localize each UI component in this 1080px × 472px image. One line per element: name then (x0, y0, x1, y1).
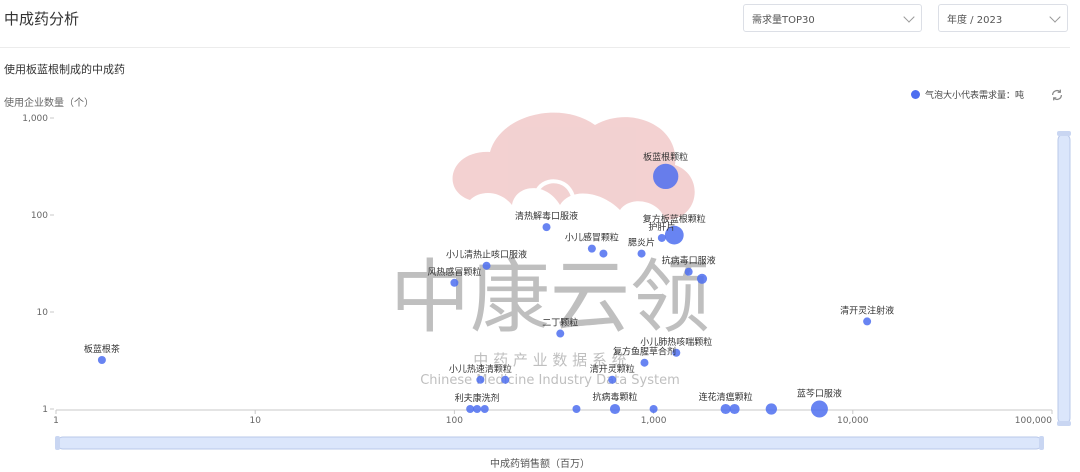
x-tick-label: 10,000 (837, 416, 869, 426)
bubble-label: 小儿清热止咳口服液 (446, 249, 527, 261)
x-tick-label: 100,000 (1015, 416, 1052, 426)
bubble-point (473, 405, 482, 413)
bubble-point (608, 375, 617, 384)
bubble-label: 清开灵注射液 (840, 304, 894, 316)
bubble-label: 蓝芩口服液 (797, 388, 842, 400)
bubble-point (696, 273, 708, 284)
bubble-point (572, 405, 581, 413)
bubble-label: 板蓝根颗粒 (643, 151, 688, 163)
y-tick-label: 100 (31, 211, 48, 221)
bubble-label: 风热感冒颗粒 (427, 266, 481, 278)
bubble-point (765, 403, 777, 415)
bubble-point (587, 244, 596, 253)
chart-axes: 1 10 100 1,000 10,000 100,000 1 10 100 1,000 (22, 114, 1053, 426)
bubble-point (720, 403, 731, 415)
x-slider-track[interactable] (56, 436, 1043, 450)
bubble-point (501, 375, 510, 384)
bubble-label: 二丁颗粒 (542, 317, 578, 329)
bubble-point (476, 375, 485, 384)
x-tick-label: 1,000 (641, 416, 667, 426)
bubble-point (729, 403, 740, 415)
bubble-point (542, 223, 551, 232)
bubble-label: 小儿热速清颗粒 (449, 363, 512, 375)
bubble-label: 护肝片 (648, 221, 675, 233)
bubble-label: 清开灵颗粒 (590, 363, 635, 375)
y-tick-label: 1,000 (22, 114, 48, 124)
y-slider-handle-top[interactable] (1057, 131, 1071, 136)
x-slider-handle-right[interactable] (1039, 436, 1044, 450)
bubble-point (653, 163, 679, 190)
bubble-point (97, 356, 106, 365)
bubble-point (599, 249, 608, 258)
bubble-point (609, 403, 621, 415)
bubble-label: 小儿感冒颗粒 (565, 232, 619, 244)
bubble-label: 抗病毒颗粒 (592, 391, 637, 403)
bubble-point (863, 317, 872, 326)
bubble-point (637, 249, 646, 258)
x-tick-label: 10 (249, 416, 261, 426)
bubble-label: 清热解毒口服液 (515, 210, 578, 222)
x-zoom-slider[interactable] (55, 436, 1044, 450)
chart-labels: 板蓝根颗粒复方板蓝根颗粒蓝芩口服液抗病毒颗粒 连花清瘟颗粒护肝片清热解毒口服液小儿… (84, 151, 894, 404)
bubble-point (810, 400, 828, 418)
bubble-point (556, 329, 565, 338)
bubble-chart: 1 10 100 1,000 10,000 100,000 1 10 100 1,000 板蓝根颗… (22, 114, 1071, 450)
bubble-point (657, 233, 666, 242)
x-slider-handle-left[interactable] (55, 436, 60, 450)
bubble-point (480, 405, 489, 413)
bubble-label: 复方鱼腥草合剂 (613, 346, 676, 358)
x-tick-label: 100 (446, 416, 463, 426)
bubble-label: 小儿肺热咳喘颗粒 (640, 336, 712, 348)
bubble-point (482, 261, 491, 270)
y-slider-track[interactable] (1057, 133, 1071, 425)
y-zoom-slider[interactable] (1057, 131, 1071, 426)
bubble-label: 连花清瘟颗粒 (699, 391, 753, 403)
bubble-label: 抗病毒口服液 (662, 255, 716, 267)
bubble-point (640, 358, 649, 367)
x-axis-label: 中成药销售额（百万） (490, 459, 590, 470)
x-tick-label: 1 (53, 416, 59, 426)
y-tick-label: 1 (42, 405, 48, 415)
bubble-point (466, 405, 475, 413)
y-slider-handle-bottom[interactable] (1057, 421, 1071, 426)
bubble-point (649, 405, 658, 413)
chart-bubbles (97, 163, 872, 418)
y-tick-label: 10 (37, 308, 49, 318)
bubble-label: 腮炎片 (628, 237, 655, 249)
bubble-label: 板蓝根茶 (84, 343, 120, 355)
bubble-point (450, 278, 459, 287)
bubble-label: 利夫康洗剂 (455, 392, 500, 404)
bubble-point (684, 267, 693, 276)
